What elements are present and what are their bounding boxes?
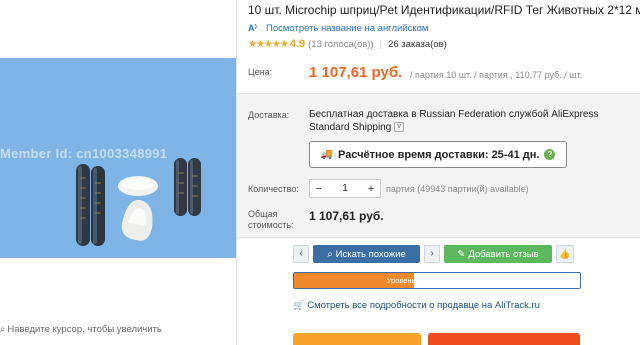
translate-link[interactable]: A⁾ Посмотреть название на английском	[248, 22, 428, 34]
zoom-hint-text: Наведите курсор, чтобы увеличить	[7, 324, 162, 335]
delivery-estimate-text: Расчётное время доставки: 25-41 дн.	[338, 148, 540, 161]
votes-count[interactable]: (13 голоса(ов))	[308, 39, 374, 50]
quantity-label: Количество:	[248, 184, 299, 194]
total-price: 1 107,61 руб.	[309, 209, 384, 223]
quantity-increase-button[interactable]: +	[362, 183, 380, 195]
alitrack-link-text[interactable]: Смотреть все подробности о продавце на A…	[307, 300, 540, 311]
shipping-info: Бесплатная доставка в Russian Federation…	[309, 108, 629, 134]
add-review-button[interactable]: ✎ Добавить отзыв	[444, 245, 552, 263]
product-gallery: Member Id: cn1003348991 ⌕ Наведите курсор…	[0, 0, 237, 345]
prev-arrow-button[interactable]: ‹	[293, 245, 309, 263]
translate-link-text[interactable]: Посмотреть название на английском	[266, 23, 428, 34]
glass-capsule-4	[188, 158, 201, 216]
image-watermark: Member Id: cn1003348991	[0, 146, 168, 161]
risk-level-bar: Уровень риска: 42% средний	[293, 272, 581, 289]
truck-icon: 🚚	[320, 149, 333, 160]
search-similar-label: Искать похожие	[335, 248, 406, 260]
like-button[interactable]: 👍	[556, 245, 574, 263]
action-row: ‹ ⌕ Искать похожие › ✎ Добавить отзыв 👍	[293, 245, 574, 264]
add-review-label: Добавить отзыв	[468, 248, 539, 260]
total-label-line1: Общая	[248, 209, 278, 219]
comment-icon: ✎	[457, 248, 466, 260]
product-photo[interactable]: Member Id: cn1003348991	[0, 58, 237, 258]
total-label-line2: стоимость:	[248, 220, 294, 230]
thumbs-up-icon: 👍	[559, 249, 571, 259]
risk-level-text: Уровень риска: 42% средний	[386, 276, 488, 285]
next-arrow-button[interactable]: ›	[424, 245, 440, 263]
quantity-available: партия (49943 партии(й) available)	[386, 184, 529, 194]
translate-icon: A⁾	[248, 23, 258, 33]
buy-now-button[interactable]	[293, 333, 421, 345]
shipping-text: Бесплатная доставка в Russian Federation…	[309, 109, 599, 133]
search-icon: ⌕	[327, 248, 333, 260]
rating-separator: |	[379, 38, 383, 50]
rating-row: ★★★★★ 4.9 (13 голоса(ов)) | 26 заказа(ов…	[248, 38, 447, 50]
zoom-hint: ⌕ Наведите курсор, чтобы увеличить	[0, 324, 162, 335]
search-similar-button[interactable]: ⌕ Искать похожие	[313, 245, 420, 263]
orders-count: 26 заказа(ов)	[388, 38, 447, 50]
glass-capsule-3	[174, 158, 187, 216]
alitrack-link[interactable]: 🛒 Смотреть все подробности о продавце на…	[293, 300, 540, 311]
magnifier-icon: ⌕	[0, 324, 6, 335]
shipping-label: Доставка:	[248, 110, 290, 120]
quantity-input[interactable]: 1	[328, 183, 362, 194]
shipping-dropdown-icon[interactable]: v	[394, 122, 405, 133]
rating-score: 4.9	[289, 38, 306, 50]
help-icon[interactable]: ?	[544, 149, 556, 160]
price-note: / партия 10 шт. / партия , 110,77 руб. /…	[410, 70, 583, 80]
product-title: 10 шт. Microchip шприц/Pet Идентификации…	[248, 3, 640, 17]
cart-icon: 🛒	[293, 300, 305, 310]
quantity-decrease-button[interactable]: −	[310, 183, 328, 195]
price-value: 1 107,61 руб.	[309, 64, 403, 81]
rating-stars-icon: ★★★★★	[248, 38, 289, 50]
delivery-estimate-box: 🚚 Расчётное время доставки: 25-41 дн. ?	[309, 141, 567, 168]
total-label: Общая стоимость:	[248, 209, 294, 231]
add-to-cart-button[interactable]	[428, 333, 580, 345]
quantity-stepper: − 1 +	[309, 179, 381, 198]
price-label: Цена:	[248, 67, 273, 77]
